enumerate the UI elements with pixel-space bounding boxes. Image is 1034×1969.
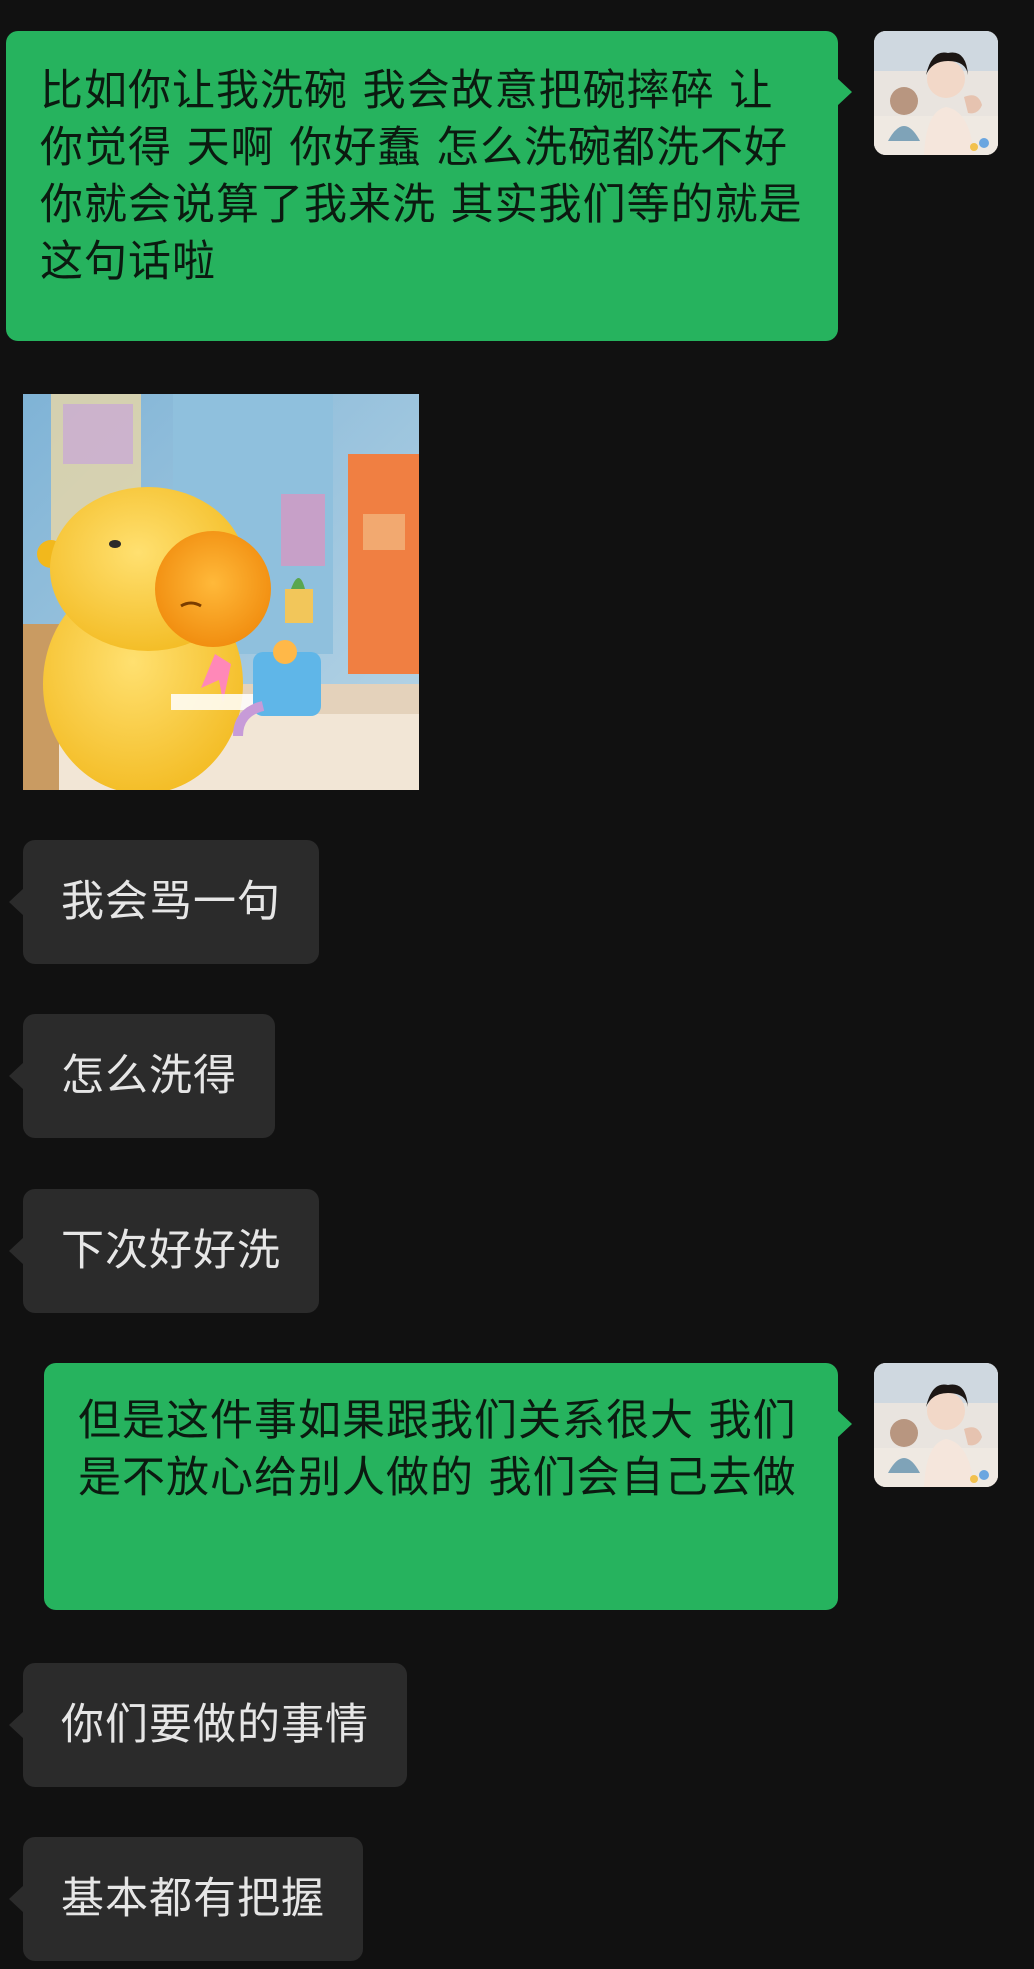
user-avatar[interactable] [874, 1363, 998, 1487]
user-avatar[interactable] [874, 31, 998, 155]
message-text: 基本都有把握 [61, 1874, 325, 1924]
message-bubble-incoming-4[interactable]: 你们要做的事情 [9, 1663, 407, 1787]
message-text: 但是这件事如果跟我们关系很大 我们是不放心给别人做的 我们会自己去做 [78, 1396, 797, 1503]
message-text: 我会骂一句 [61, 877, 281, 927]
message-bubble-incoming-3[interactable]: 下次好好洗 [9, 1189, 319, 1313]
message-text: 下次好好洗 [61, 1226, 281, 1276]
capybara-sticker-icon [23, 394, 419, 790]
message-text: 怎么洗得 [61, 1051, 237, 1101]
message-bubble-incoming-5[interactable]: 基本都有把握 [9, 1837, 363, 1961]
message-bubble-outgoing-2[interactable]: 但是这件事如果跟我们关系很大 我们是不放心给别人做的 我们会自己去做 [44, 1363, 852, 1610]
message-bubble-incoming-1[interactable]: 我会骂一句 [9, 840, 319, 964]
sticker-image[interactable] [23, 394, 419, 790]
avatar-photo-icon [874, 31, 998, 155]
message-bubble-outgoing-1[interactable]: 比如你让我洗碗 我会故意把碗摔碎 让你觉得 天啊 你好蠢 怎么洗碗都洗不好 你就… [6, 31, 852, 341]
message-bubble-incoming-2[interactable]: 怎么洗得 [9, 1014, 275, 1138]
avatar-photo-icon [874, 1363, 998, 1487]
message-text: 比如你让我洗碗 我会故意把碗摔碎 让你觉得 天啊 你好蠢 怎么洗碗都洗不好 你就… [40, 66, 803, 287]
message-text: 你们要做的事情 [61, 1700, 369, 1750]
